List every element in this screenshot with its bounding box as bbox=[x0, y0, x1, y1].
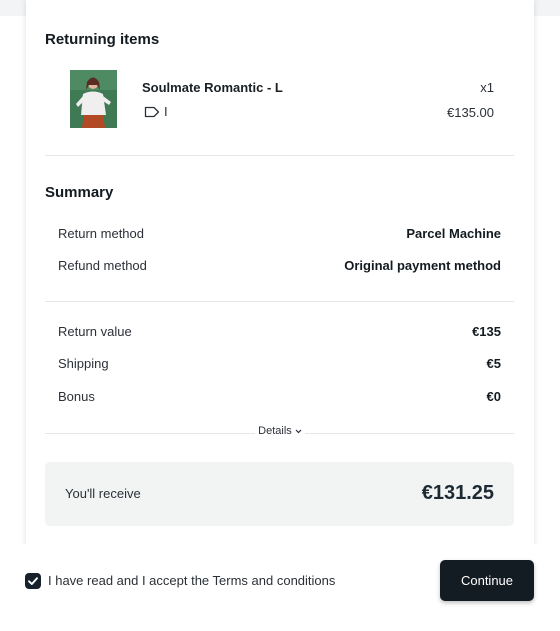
receive-box: You'll receive €131.25 bbox=[45, 462, 514, 526]
item-variant-separator: I bbox=[164, 104, 168, 119]
divider bbox=[45, 155, 514, 156]
chevron-down-icon bbox=[295, 429, 302, 433]
bonus-value: €0 bbox=[486, 389, 501, 404]
divider bbox=[45, 301, 514, 302]
details-toggle[interactable]: Details bbox=[26, 425, 534, 437]
receive-label: You'll receive bbox=[65, 486, 141, 501]
shipping-label: Shipping bbox=[58, 356, 109, 371]
receive-amount: €131.25 bbox=[421, 482, 494, 504]
item-name: Soulmate Romantic - L bbox=[142, 80, 283, 95]
return-value: €135 bbox=[472, 324, 501, 339]
return-method-value: Parcel Machine bbox=[406, 226, 501, 241]
product-image bbox=[70, 70, 117, 128]
refund-method-label: Refund method bbox=[58, 258, 147, 273]
terms-label[interactable]: I have read and I accept the Terms and c… bbox=[48, 573, 335, 588]
summary-title: Summary bbox=[45, 184, 114, 201]
refund-method-value: Original payment method bbox=[344, 258, 501, 273]
return-value-label: Return value bbox=[58, 324, 132, 339]
returning-items-title: Returning items bbox=[45, 31, 160, 48]
tag-icon bbox=[144, 106, 160, 118]
bonus-label: Bonus bbox=[58, 389, 95, 404]
continue-button[interactable]: Continue bbox=[440, 560, 534, 601]
return-method-label: Return method bbox=[58, 226, 144, 241]
terms-checkbox[interactable] bbox=[25, 573, 41, 589]
shipping-value: €5 bbox=[486, 356, 501, 371]
checkmark-icon bbox=[28, 577, 38, 585]
return-summary-card: Returning items Soulmate Romantic - L I … bbox=[26, 0, 534, 560]
details-label: Details bbox=[258, 425, 292, 437]
item-price: €135.00 bbox=[447, 105, 494, 120]
item-quantity: x1 bbox=[480, 80, 494, 95]
